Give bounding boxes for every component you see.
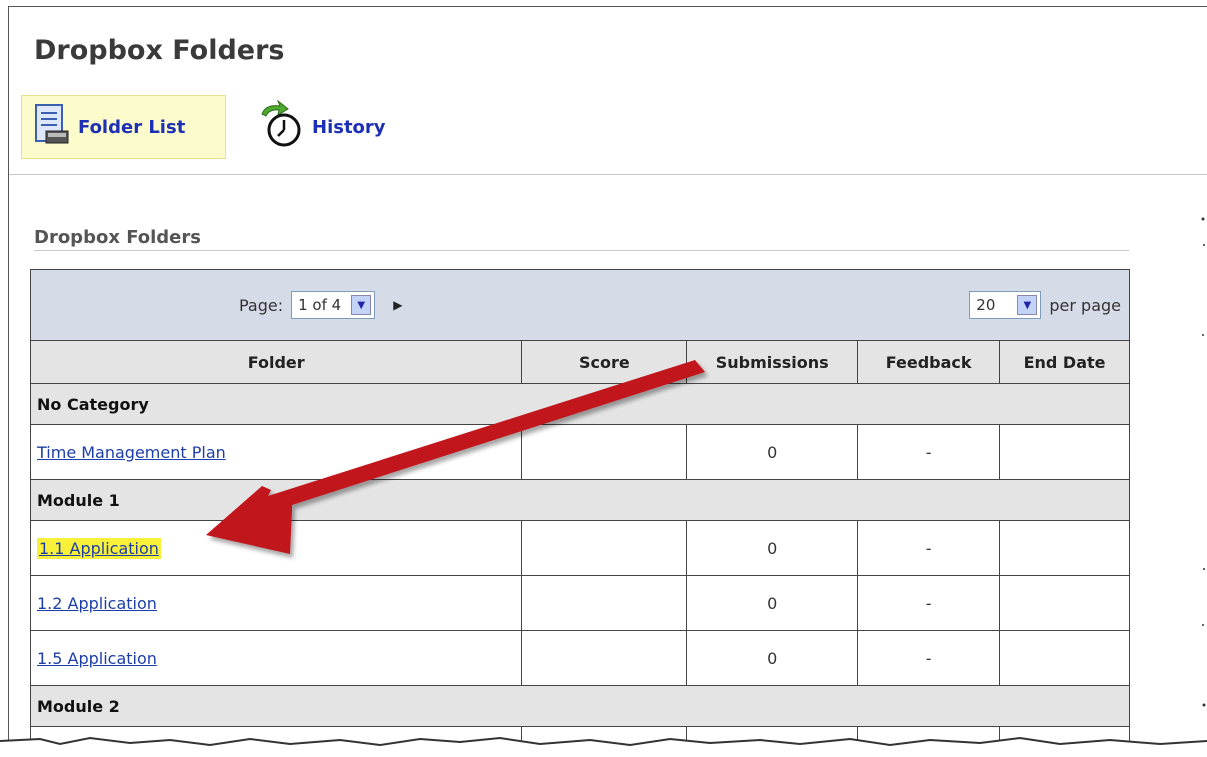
score-cell <box>521 520 688 576</box>
page-select[interactable]: 1 of 4 ▼ <box>291 291 376 319</box>
per-page-select[interactable]: 20 ▼ <box>969 291 1042 319</box>
folder-link[interactable]: 1.2 Application <box>37 594 157 613</box>
header-divider <box>9 174 1207 175</box>
category-label: Module 2 <box>30 685 1130 727</box>
table-header: Folder Score Submissions Feedback End Da… <box>29 340 1130 384</box>
category-row: No Category <box>30 383 1130 425</box>
column-header-end-date[interactable]: End Date <box>999 340 1130 384</box>
pager-row: Page: 1 of 4 ▼ ▶ 20 ▼ per page <box>30 269 1130 341</box>
history-clock-icon <box>256 99 306 154</box>
column-header-feedback[interactable]: Feedback <box>857 340 1001 384</box>
section-title: Dropbox Folders <box>34 227 201 248</box>
table-row: 1.5 Application 0 - <box>29 630 1130 686</box>
folder-list-icon <box>32 103 72 151</box>
submissions-cell: 0 <box>686 520 859 576</box>
end-date-cell <box>999 575 1130 631</box>
pager-page-control: Page: 1 of 4 ▼ ▶ <box>239 291 402 319</box>
chevron-down-icon: ▼ <box>1017 295 1038 315</box>
folders-table: Page: 1 of 4 ▼ ▶ 20 ▼ per page Folder Sc… <box>29 269 1130 752</box>
submissions-cell: 0 <box>686 575 859 631</box>
column-header-submissions[interactable]: Submissions <box>686 340 859 384</box>
page-label: Page: <box>239 295 284 315</box>
page-select-value: 1 of 4 <box>298 296 342 314</box>
tab-history-label: History <box>312 116 386 138</box>
folder-link[interactable]: 1.5 Application <box>37 649 157 668</box>
column-header-score[interactable]: Score <box>521 340 688 384</box>
folder-link[interactable]: Time Management Plan <box>37 443 226 462</box>
submissions-cell: 0 <box>686 630 859 686</box>
table-row: 1.1 Application 0 - <box>29 520 1130 576</box>
page-title: Dropbox Folders <box>34 35 285 66</box>
table-row: 1.2 Application 0 - <box>29 575 1130 631</box>
column-header-folder[interactable]: Folder <box>29 340 523 384</box>
score-cell <box>521 575 688 631</box>
end-date-cell <box>999 630 1130 686</box>
category-label: Module 1 <box>30 479 1130 521</box>
pager-per-page-control: 20 ▼ per page <box>969 291 1121 319</box>
score-cell <box>521 424 688 480</box>
score-cell <box>521 630 688 686</box>
table-row: Time Management Plan 0 - <box>29 424 1130 480</box>
submissions-cell: 0 <box>686 424 859 480</box>
per-page-value: 20 <box>976 296 996 314</box>
feedback-cell: - <box>857 575 1001 631</box>
feedback-cell: - <box>857 630 1001 686</box>
tab-folder-list[interactable]: Folder List <box>21 95 226 159</box>
category-row: Module 2 <box>30 685 1130 727</box>
torn-paper-edge <box>0 736 1207 757</box>
end-date-cell <box>999 520 1130 576</box>
tab-history[interactable]: History <box>254 95 386 159</box>
end-date-cell <box>999 424 1130 480</box>
feedback-cell: - <box>857 424 1001 480</box>
category-label: No Category <box>30 383 1130 425</box>
per-page-label: per page <box>1049 295 1121 315</box>
dropbox-page: Dropbox Folders Folder List History Drop… <box>8 6 1207 752</box>
chevron-down-icon: ▼ <box>351 295 372 315</box>
torn-edge-marks <box>1201 217 1206 707</box>
folder-link-highlighted[interactable]: 1.1 Application <box>37 537 161 559</box>
category-row: Module 1 <box>30 479 1130 521</box>
next-page-icon[interactable]: ▶ <box>393 298 402 312</box>
pager: Page: 1 of 4 ▼ ▶ 20 ▼ per page <box>39 291 1121 319</box>
tab-folder-list-label: Folder List <box>78 116 186 138</box>
section-rule <box>34 250 1129 251</box>
feedback-cell: - <box>857 520 1001 576</box>
